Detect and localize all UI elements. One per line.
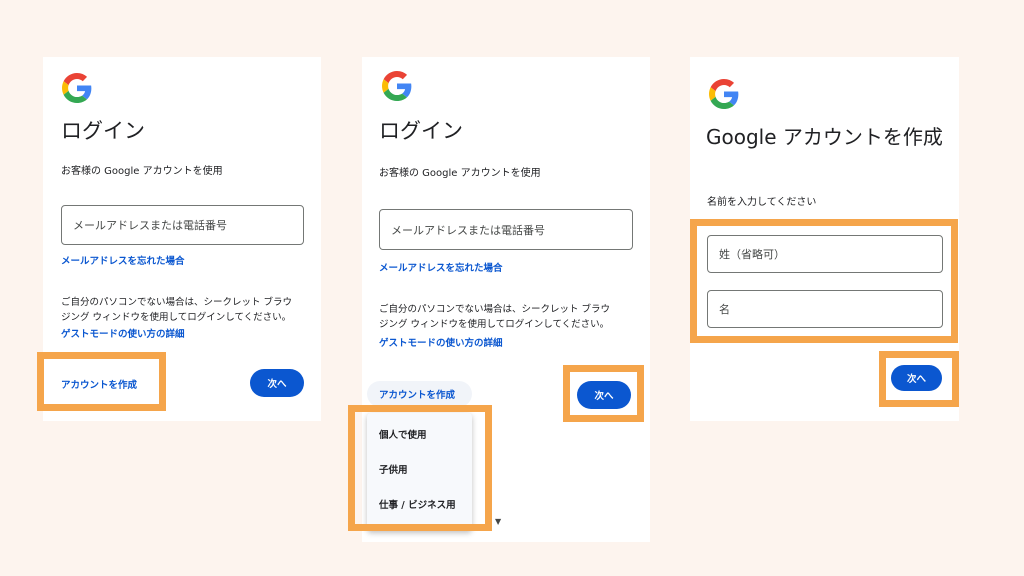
highlight-account-type-menu [348,405,492,531]
guest-note: ご自分のパソコンでない場合は、シークレット ブラウ ジング ウィンドウを使用して… [379,304,611,331]
highlight-next-button [563,365,644,422]
google-logo-icon [709,79,739,109]
email-placeholder: メールアドレスまたは電話番号 [391,223,545,237]
create-account-button[interactable]: アカウントを作成 [367,381,472,407]
caret-down-icon: ▼ [495,517,502,526]
page-subtitle: お客様の Google アカウントを使用 [379,168,541,179]
page-subtitle: お客様の Google アカウントを使用 [61,166,223,177]
page-title: ログイン [379,119,463,143]
email-placeholder: メールアドレスまたは電話番号 [73,219,227,232]
next-button[interactable]: 次へ [250,369,304,397]
guest-note: ご自分のパソコンでない場合は、シークレット ブラウ ジング ウィンドウを使用して… [61,297,293,324]
page-title: Google アカウントを作成 [706,125,943,149]
guest-mode-link[interactable]: ゲストモードの使い方の詳細 [61,326,185,340]
google-logo-icon [382,71,412,101]
forgot-email-link[interactable]: メールアドレスを忘れた場合 [379,260,503,274]
email-field[interactable]: メールアドレスまたは電話番号 [61,205,304,245]
guest-mode-link[interactable]: ゲストモードの使い方の詳細 [379,335,503,349]
google-logo-icon [62,73,92,103]
page-subtitle: 名前を入力してください [707,197,817,208]
page-title: ログイン [61,119,145,143]
highlight-name-fields [690,219,958,343]
email-field[interactable]: メールアドレスまたは電話番号 [379,209,633,250]
highlight-create-account [37,352,166,411]
forgot-email-link[interactable]: メールアドレスを忘れた場合 [61,253,185,267]
highlight-next-button-2 [879,351,959,407]
